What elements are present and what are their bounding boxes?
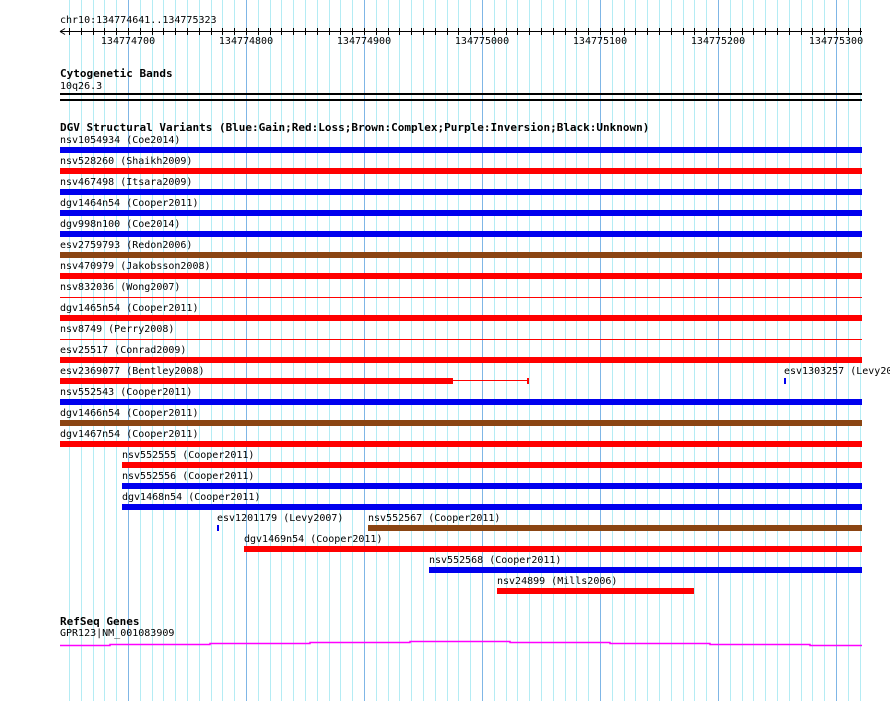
variant-label[interactable]: esv25517 (Conrad2009): [60, 345, 186, 356]
ruler-tick-label: 134775200: [691, 36, 745, 47]
ruler-tick-label: 134774900: [337, 36, 391, 47]
variant-label[interactable]: esv2369077 (Bentley2008): [60, 366, 205, 377]
variant-bar-gain[interactable]: [784, 378, 786, 384]
variant-thin-segment[interactable]: [453, 380, 529, 381]
variant-bar-gain[interactable]: [60, 189, 862, 195]
variant-label[interactable]: nsv552567 (Cooper2011): [368, 513, 500, 524]
variant-bar-gain[interactable]: [60, 399, 862, 405]
cytoband-line: [60, 93, 862, 95]
variant-bar-complex[interactable]: [60, 420, 862, 426]
refseq-track-title[interactable]: RefSeq Genes: [60, 616, 139, 627]
ruler-tick-label: 134774800: [219, 36, 273, 47]
variant-label[interactable]: nsv552556 (Cooper2011): [122, 471, 254, 482]
variant-label[interactable]: nsv528260 (Shaikh2009): [60, 156, 192, 167]
cytoband-track-title[interactable]: Cytogenetic Bands: [60, 68, 173, 79]
gene-feature[interactable]: [0, 636, 890, 650]
variant-label[interactable]: dgv1469n54 (Cooper2011): [244, 534, 382, 545]
ruler-tick-label: 134774700: [101, 36, 155, 47]
variant-label[interactable]: esv2759793 (Redon2006): [60, 240, 192, 251]
variant-label[interactable]: nsv1054934 (Coe2014): [60, 135, 180, 146]
variant-bar-loss[interactable]: [497, 588, 694, 594]
ruler-tick-label: 134775100: [573, 36, 627, 47]
variant-bar-loss[interactable]: [60, 339, 862, 340]
variant-end-cap: [527, 378, 529, 384]
variant-bar-loss[interactable]: [60, 441, 862, 447]
variant-bar-loss[interactable]: [60, 297, 862, 298]
variant-bar-loss[interactable]: [60, 315, 862, 321]
variant-bar-loss[interactable]: [122, 462, 862, 468]
track-divider: [60, 99, 862, 101]
variant-label[interactable]: dgv1465n54 (Cooper2011): [60, 303, 198, 314]
variant-bar-gain[interactable]: [60, 210, 862, 216]
variant-label[interactable]: nsv552543 (Cooper2011): [60, 387, 192, 398]
variant-bar-complex[interactable]: [60, 252, 862, 258]
variant-label[interactable]: esv1201179 (Levy2007): [217, 513, 343, 524]
variant-label[interactable]: nsv24899 (Mills2006): [497, 576, 617, 587]
variant-bar-gain[interactable]: [60, 231, 862, 237]
variant-bar-loss[interactable]: [60, 168, 862, 174]
variant-bar-complex[interactable]: [368, 525, 862, 531]
variant-label[interactable]: esv1303257 (Levy20: [784, 366, 890, 377]
variant-label[interactable]: nsv552568 (Cooper2011): [429, 555, 561, 566]
variant-label[interactable]: dgv1464n54 (Cooper2011): [60, 198, 198, 209]
variant-label[interactable]: dgv1468n54 (Cooper2011): [122, 492, 260, 503]
ruler[interactable]: 134774700 134774800 134774900 134775000 1347…: [0, 24, 890, 50]
ruler-tick-label: 134775000: [455, 36, 509, 47]
variant-bar-loss[interactable]: [60, 273, 862, 279]
variant-label[interactable]: dgv1467n54 (Cooper2011): [60, 429, 198, 440]
variant-bar-loss[interactable]: [60, 378, 453, 384]
variant-bar-gain[interactable]: [429, 567, 862, 573]
variant-label[interactable]: dgv998n100 (Coe2014): [60, 219, 180, 230]
variant-label[interactable]: nsv552555 (Cooper2011): [122, 450, 254, 461]
variant-bar-loss[interactable]: [244, 546, 862, 552]
ruler-tick-label: 134775300: [809, 36, 863, 47]
variant-label[interactable]: nsv8749 (Perry2008): [60, 324, 174, 335]
gene-model-line: [60, 640, 862, 647]
variant-bar-gain[interactable]: [217, 525, 219, 531]
variant-label[interactable]: dgv1466n54 (Cooper2011): [60, 408, 198, 419]
variant-label[interactable]: nsv832036 (Wong2007): [60, 282, 180, 293]
variant-bar-loss[interactable]: [60, 357, 862, 363]
dgv-track-title[interactable]: DGV Structural Variants (Blue:Gain;Red:L…: [60, 122, 649, 133]
variant-bar-gain[interactable]: [60, 147, 862, 153]
variant-bar-gain[interactable]: [122, 483, 862, 489]
variant-bar-gain[interactable]: [122, 504, 862, 510]
variant-label[interactable]: nsv467498 (Itsara2009): [60, 177, 192, 188]
variant-label[interactable]: nsv470979 (Jakobsson2008): [60, 261, 211, 272]
cytoband-label: 10q26.3: [60, 81, 103, 92]
